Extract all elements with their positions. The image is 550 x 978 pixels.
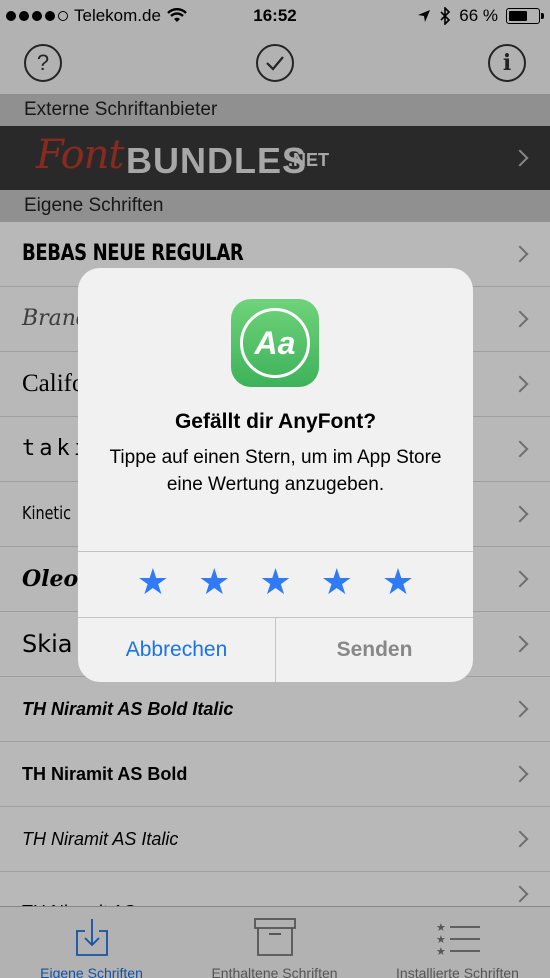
star-4-icon[interactable]: ★: [321, 564, 353, 600]
star-1-icon[interactable]: ★: [137, 564, 169, 600]
dialog-message: Tippe auf einen Stern, um im App Store e…: [109, 447, 442, 495]
star-2-icon[interactable]: ★: [198, 564, 230, 600]
star-3-icon[interactable]: ★: [259, 564, 291, 600]
anyfont-app-icon: Aa: [231, 299, 319, 387]
cancel-button[interactable]: Abbrechen: [78, 618, 275, 682]
dialog-title: Gefällt dir AnyFont?: [174, 410, 377, 433]
send-button[interactable]: Senden: [276, 618, 473, 682]
divider: [78, 551, 473, 552]
app-icon-text: Aa: [240, 308, 310, 378]
star-rating: ★ ★ ★ ★ ★: [78, 564, 473, 600]
star-5-icon[interactable]: ★: [382, 564, 414, 600]
rating-dialog: Aa Gefällt dir AnyFont? Tippe auf einen …: [78, 268, 473, 682]
